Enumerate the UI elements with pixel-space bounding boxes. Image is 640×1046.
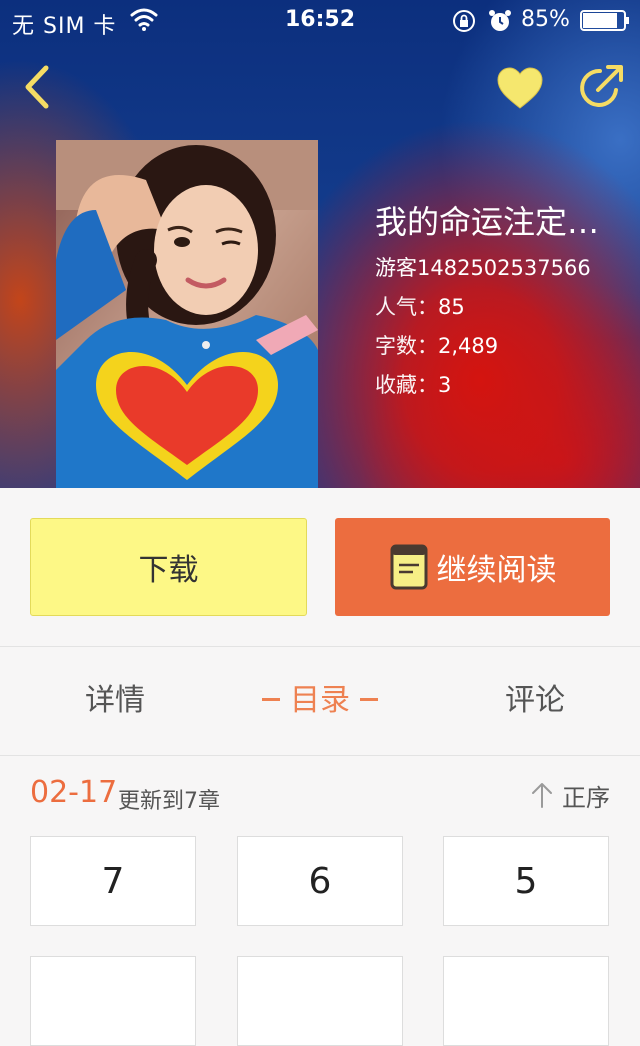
chapter-item[interactable]	[443, 956, 609, 1046]
popularity-value: 85	[438, 295, 465, 319]
favorites-row: 收藏：3	[375, 371, 635, 399]
alarm-icon	[489, 10, 511, 31]
update-date: 02-17	[30, 775, 118, 810]
popularity-label: 人气：	[375, 295, 438, 319]
status-bar: 无 SIM 卡 16:52 85%	[0, 0, 640, 40]
tab-details[interactable]: 详情	[40, 647, 190, 755]
active-tab-indicator-right	[360, 698, 378, 701]
sort-order-button[interactable]: 正序	[530, 779, 610, 812]
heart-icon	[497, 67, 543, 109]
battery-icon	[580, 10, 629, 31]
continue-reading-label: 继续阅读	[436, 553, 557, 588]
favorites-label: 收藏：	[375, 373, 438, 397]
book-title: 我的命运注定…	[375, 203, 600, 241]
tab-comments-label: 评论	[505, 683, 565, 718]
book-info: 我的命运注定… 游客1482502537566 人气：85 字数：2,489 收…	[375, 200, 635, 399]
favorite-button[interactable]	[494, 64, 546, 112]
chevron-left-icon	[25, 65, 49, 109]
tab-details-label: 详情	[85, 683, 145, 718]
sort-order-label: 正序	[562, 783, 610, 812]
chapter-item[interactable]: 6	[237, 836, 403, 926]
battery-percent: 85%	[521, 7, 570, 32]
tab-comments[interactable]: 评论	[460, 647, 610, 755]
popularity-row: 人气：85	[375, 293, 635, 321]
tab-toc[interactable]: 目录	[240, 647, 400, 755]
chapter-item[interactable]	[237, 956, 403, 1046]
word-count-row: 字数：2,489	[375, 332, 635, 360]
book-icon	[390, 544, 427, 590]
continue-reading-button[interactable]: 继续阅读	[335, 518, 610, 616]
toc-header: 02-17 更新到7章 正序	[0, 755, 640, 835]
back-button[interactable]	[18, 62, 58, 112]
download-button[interactable]: 下载	[30, 518, 307, 616]
word-count-value: 2,489	[438, 334, 499, 358]
tab-bar: 详情 目录 评论	[0, 646, 640, 756]
chapter-item[interactable]: 5	[443, 836, 609, 926]
chapter-item[interactable]	[30, 956, 196, 1046]
chapter-number: 5	[514, 860, 538, 902]
tab-toc-label: 目录	[290, 683, 350, 718]
arrow-up-icon	[532, 783, 552, 808]
chapter-number: 7	[101, 860, 125, 902]
download-label: 下载	[138, 553, 199, 588]
favorites-value: 3	[438, 373, 452, 397]
book-cover	[56, 140, 318, 488]
update-status: 更新到7章	[118, 789, 220, 814]
book-author: 游客1482502537566	[375, 256, 591, 280]
chapter-item[interactable]: 7	[30, 836, 196, 926]
action-bar: 下载 继续阅读	[0, 488, 640, 646]
share-button[interactable]	[576, 62, 626, 112]
rotation-lock-icon	[453, 10, 475, 32]
active-tab-indicator-left	[262, 698, 280, 701]
share-icon	[580, 65, 623, 107]
chapter-number: 6	[308, 860, 332, 902]
book-header: 无 SIM 卡 16:52 85% 我的命运注定… 游客148250253756…	[0, 0, 640, 488]
word-count-label: 字数：	[375, 334, 438, 358]
